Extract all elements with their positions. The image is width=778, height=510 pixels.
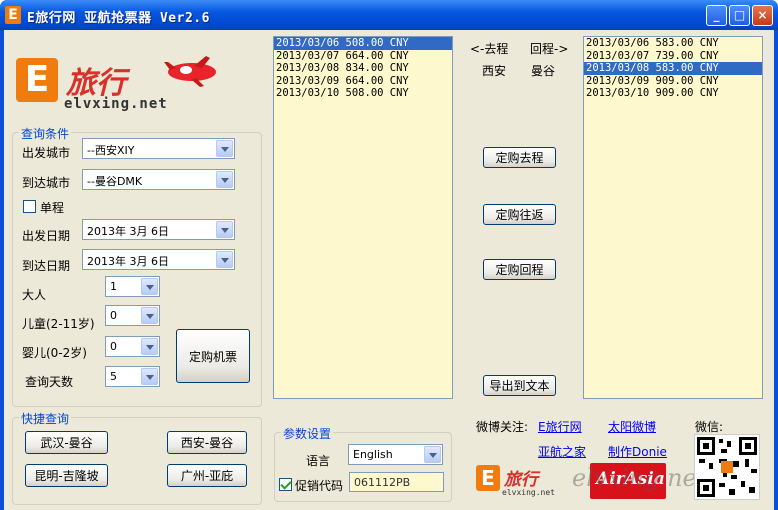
small-elvxing-logo: E 旅行 elvxing.net <box>474 463 564 499</box>
language-label: 语言 <box>306 454 331 468</box>
days-select[interactable]: 5 <box>105 366 160 387</box>
book-ticket-button[interactable]: 定购机票 <box>176 329 250 383</box>
depart-city-select[interactable]: --西安XIY <box>82 138 235 159</box>
infant-select[interactable]: 0 <box>105 336 160 357</box>
quick-route-button[interactable]: 昆明-吉隆坡 <box>25 464 108 487</box>
list-item[interactable]: 2013/03/07 664.00 CNY <box>274 50 452 63</box>
return-date-picker[interactable]: 2013年 3月 6日 <box>82 249 235 270</box>
chevron-down-icon[interactable] <box>216 140 233 157</box>
outbound-flights-list[interactable]: 2013/03/06 508.00 CNY 2013/03/07 664.00 … <box>273 36 453 399</box>
list-item[interactable]: 2013/03/10 508.00 CNY <box>274 87 452 100</box>
return-date-label: 到达日期 <box>22 259 71 273</box>
child-select[interactable]: 0 <box>105 305 160 326</box>
app-icon: E <box>5 6 21 24</box>
weibo-label: 微博关注: <box>476 420 529 434</box>
chevron-down-icon[interactable] <box>141 338 158 355</box>
chevron-down-icon[interactable] <box>424 446 441 463</box>
from-city-label: 西安 <box>482 64 507 78</box>
child-label: 儿童(2-11岁) <box>22 317 95 331</box>
list-item[interactable]: 2013/03/10 909.00 CNY <box>584 87 762 100</box>
quick-route-button[interactable]: 西安-曼谷 <box>167 431 247 454</box>
quick-route-button[interactable]: 广州-亚庇 <box>167 464 247 487</box>
depart-date-label: 出发日期 <box>22 229 71 243</box>
list-item[interactable]: 2013/03/06 583.00 CNY <box>584 37 762 50</box>
list-item[interactable]: 2013/03/08 834.00 CNY <box>274 62 452 75</box>
book-outbound-button[interactable]: 定购去程 <box>483 147 556 168</box>
chevron-down-icon[interactable] <box>141 278 158 295</box>
maximize-button[interactable]: □ <box>729 5 750 26</box>
list-item[interactable]: 2013/03/09 664.00 CNY <box>274 75 452 88</box>
outbound-direction-label: <-去程 <box>470 42 509 56</box>
chevron-down-icon[interactable] <box>141 368 158 385</box>
plane-icon <box>164 56 216 87</box>
arrive-city-label: 到达城市 <box>22 176 71 190</box>
chevron-down-icon[interactable] <box>216 251 233 268</box>
link-airasia-home[interactable]: 亚航之家 <box>538 443 586 460</box>
promo-checkbox[interactable] <box>279 478 292 491</box>
oneway-label: 单程 <box>40 201 65 215</box>
promo-label: 促销代码 <box>295 479 344 493</box>
depart-date-picker[interactable]: 2013年 3月 6日 <box>82 219 235 240</box>
link-author[interactable]: 制作Donie <box>608 443 667 460</box>
params-legend: 参数设置 <box>281 425 334 442</box>
return-flights-list[interactable]: 2013/03/06 583.00 CNY 2013/03/07 739.00 … <box>583 36 763 399</box>
minimize-button[interactable]: _ <box>706 5 727 26</box>
watermark-text: elvxing.net <box>572 464 707 492</box>
chevron-down-icon[interactable] <box>141 307 158 324</box>
book-return-button[interactable]: 定购回程 <box>483 259 556 280</box>
elvxing-logo: E 旅行 elvxing.net <box>14 52 234 122</box>
quick-legend: 快捷查询 <box>19 410 72 427</box>
title-bar[interactable]: E E旅行网 亚航抢票器 Ver2.6 _ □ × <box>0 0 778 30</box>
days-label: 查询天数 <box>25 375 74 389</box>
depart-city-label: 出发城市 <box>22 146 71 160</box>
oneway-checkbox[interactable] <box>23 200 36 213</box>
quick-route-button[interactable]: 武汉-曼谷 <box>25 431 108 454</box>
window-title: E旅行网 亚航抢票器 Ver2.6 <box>27 11 210 26</box>
return-direction-label: 回程-> <box>530 42 569 56</box>
link-sun-weibo[interactable]: 太阳微博 <box>608 418 656 435</box>
list-item[interactable]: 2013/03/07 739.00 CNY <box>584 50 762 63</box>
export-text-button[interactable]: 导出到文本 <box>483 375 556 396</box>
app-window: E E旅行网 亚航抢票器 Ver2.6 _ □ × E 旅行 elvxing.n… <box>0 0 778 510</box>
adult-label: 大人 <box>22 288 47 302</box>
chevron-down-icon[interactable] <box>216 221 233 238</box>
wechat-label: 微信: <box>695 420 724 434</box>
list-item[interactable]: 2013/03/06 508.00 CNY <box>274 37 452 50</box>
link-elvxing[interactable]: E旅行网 <box>538 418 582 435</box>
book-roundtrip-button[interactable]: 定购往返 <box>483 204 556 225</box>
list-item[interactable]: 2013/03/09 909.00 CNY <box>584 75 762 88</box>
infant-label: 婴儿(0-2岁) <box>22 346 87 360</box>
close-button[interactable]: × <box>752 5 773 26</box>
language-select[interactable]: English <box>348 444 443 465</box>
wechat-qr-code <box>694 434 760 500</box>
client-area: E 旅行 elvxing.net 查询条件 出发城市 --西安XIY 到达城市 … <box>4 30 774 510</box>
logo-e-badge: E <box>16 58 58 102</box>
to-city-label: 曼谷 <box>531 64 556 78</box>
list-item[interactable]: 2013/03/08 583.00 CNY <box>584 62 762 75</box>
arrive-city-select[interactable]: --曼谷DMK <box>82 169 235 190</box>
chevron-down-icon[interactable] <box>216 171 233 188</box>
query-legend: 查询条件 <box>19 125 72 142</box>
promo-code-input[interactable]: 061112PB <box>349 472 444 492</box>
logo-url: elvxing.net <box>64 96 168 112</box>
adult-select[interactable]: 1 <box>105 276 160 297</box>
